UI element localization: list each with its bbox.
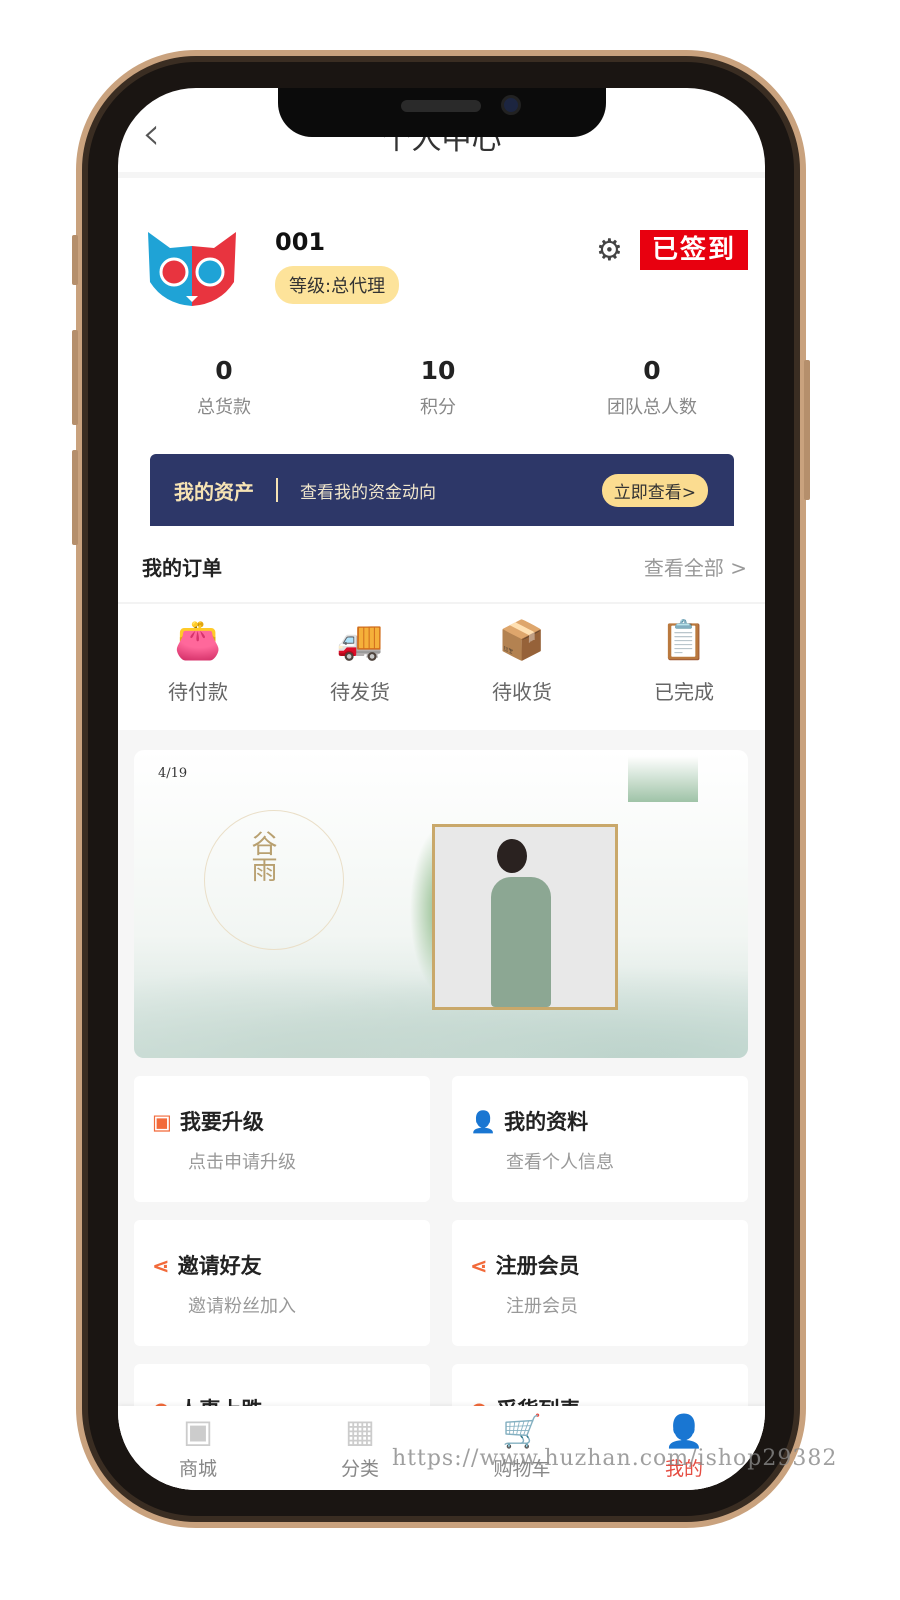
order-pending-payment[interactable]: 👛 待付款 <box>118 618 278 705</box>
model-photo <box>432 824 618 1010</box>
divider <box>118 172 765 178</box>
phone-button <box>72 450 78 545</box>
menu-subtitle: 邀请粉丝加入 <box>188 1296 296 1317</box>
orders-title: 我的订单 <box>142 556 222 580</box>
phone-button <box>72 330 78 425</box>
clipboard-icon: 📋 <box>660 618 708 662</box>
order-completed[interactable]: 📋 已完成 <box>604 618 764 705</box>
phone-button <box>804 360 810 500</box>
menu-title: 邀请好友 <box>177 1254 262 1278</box>
stat-label: 积分 <box>420 397 456 418</box>
stat-value: 0 <box>643 356 661 385</box>
signed-in-button[interactable]: 已签到 <box>640 230 748 270</box>
tab-label: 商城 <box>178 1458 217 1480</box>
promo-banner[interactable]: 4/19 谷雨 <box>134 750 748 1058</box>
banner-title: 谷雨 <box>247 830 277 882</box>
order-pending-shipment[interactable]: 🚚 待发货 <box>280 618 440 705</box>
menu-title: 我要升级 <box>179 1110 264 1134</box>
bag-icon: ▣ <box>182 1412 214 1450</box>
order-label: 待收货 <box>492 680 552 704</box>
orders-header: 我的订单 查看全部 > <box>118 528 765 604</box>
order-label: 待付款 <box>168 680 228 704</box>
decoration <box>628 756 698 802</box>
username: 001 <box>275 228 326 256</box>
stat-value: 10 <box>420 356 456 385</box>
truck-icon: 🚚 <box>336 618 384 662</box>
menu-subtitle: 点击申请升级 <box>188 1152 296 1173</box>
menu-upgrade[interactable]: ▣ 我要升级点击申请升级 <box>134 1076 430 1202</box>
share-icon: ⋖ <box>152 1254 170 1278</box>
watermark: https://www.huzhan.com/ishop29382 <box>392 1446 838 1471</box>
notch <box>278 88 606 137</box>
menu-register[interactable]: ⋖ 注册会员 注册会员 <box>452 1220 748 1346</box>
gear-icon[interactable]: ⚙ <box>596 233 623 268</box>
menu-subtitle: 查看个人信息 <box>506 1152 614 1173</box>
tab-mall[interactable]: ▣ 商城 <box>118 1412 278 1481</box>
user-icon: 👤 <box>470 1110 497 1134</box>
stat-team-count[interactable]: 0 团队总人数 <box>572 356 732 419</box>
view-now-button[interactable]: 立即查看> <box>601 473 708 507</box>
phone-button <box>72 235 78 285</box>
menu-invite[interactable]: ⋖ 邀请好友邀请粉丝加入 <box>134 1220 430 1346</box>
stat-value: 0 <box>215 356 233 385</box>
upgrade-icon: ▣ <box>152 1110 172 1134</box>
stat-total-payment[interactable]: 0 总货款 <box>144 356 304 419</box>
stat-label: 总货款 <box>197 397 251 418</box>
order-pending-receipt[interactable]: 📦 待收货 <box>442 618 602 705</box>
asset-title: 我的资产 <box>174 479 254 504</box>
level-badge: 等级:总代理 <box>275 266 400 304</box>
wallet-icon: 👛 <box>174 618 222 662</box>
box-icon: 📦 <box>498 618 546 662</box>
order-label: 待发货 <box>330 680 390 704</box>
asset-desc: 查看我的资金动向 <box>300 482 436 503</box>
avatar <box>148 232 236 306</box>
menu-title: 注册会员 <box>495 1254 580 1278</box>
share-icon: ⋖ <box>470 1254 488 1278</box>
order-label: 已完成 <box>654 680 714 704</box>
menu-subtitle: 注册会员 <box>506 1296 578 1317</box>
menu-profile[interactable]: 👤 我的资料查看个人信息 <box>452 1076 748 1202</box>
banner-date: 4/19 <box>158 766 188 781</box>
divider <box>276 478 278 502</box>
menu-title: 我的资料 <box>504 1110 589 1134</box>
asset-banner[interactable]: 我的资产 查看我的资金动向 立即查看> <box>150 454 734 526</box>
stat-points[interactable]: 10 积分 <box>358 356 518 419</box>
app-screen: ‹ 个人中心 001 等级:总代理 ⚙ 已签到 0 总货款 10 积分 0 团队总人数… <box>118 88 765 1490</box>
view-all-orders-link[interactable]: 查看全部 > <box>644 552 747 581</box>
stat-label: 团队总人数 <box>607 397 697 418</box>
